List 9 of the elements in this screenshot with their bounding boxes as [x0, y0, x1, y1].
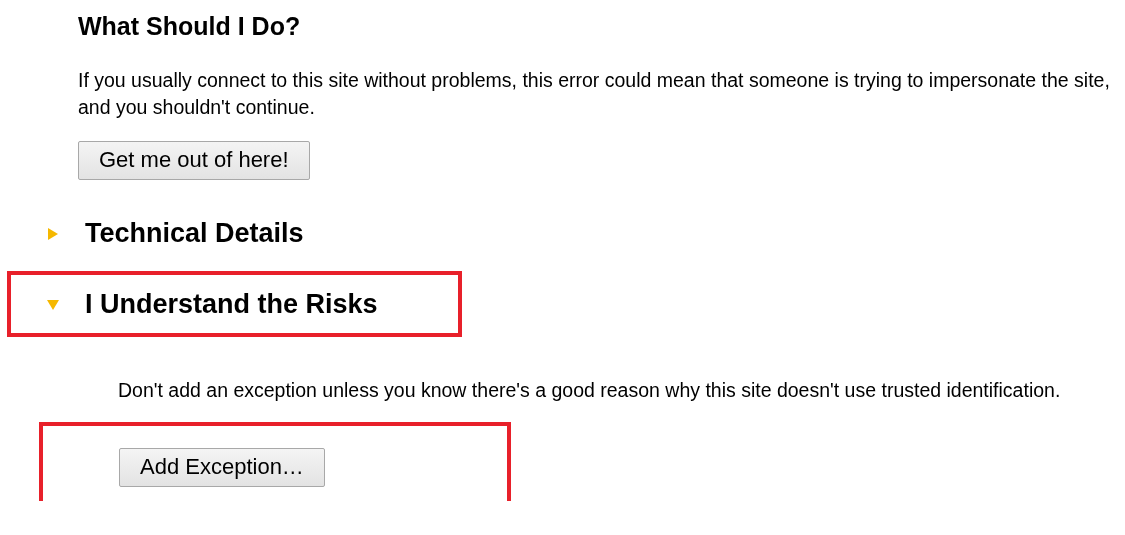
- warning-text: If you usually connect to this site without problems, this error could mean that someone is trying to impersonate the site, and you shouldn't continue.: [78, 68, 1111, 120]
- section-title[interactable]: Technical Details: [85, 218, 304, 249]
- escape-button[interactable]: Get me out of here!: [78, 141, 310, 180]
- section-heading: What Should I Do?: [77, 11, 301, 41]
- add-exception-button[interactable]: Add Exception…: [119, 448, 325, 487]
- section-title[interactable]: I Understand the Risks: [85, 288, 378, 320]
- exception-warning-text: Don't add an exception unless you know there's a good reason why this site doesn't use trusted identification.: [118, 378, 1062, 403]
- collapsed-arrow-icon[interactable]: [47, 226, 59, 241]
- expanded-arrow-icon[interactable]: [47, 297, 59, 311]
